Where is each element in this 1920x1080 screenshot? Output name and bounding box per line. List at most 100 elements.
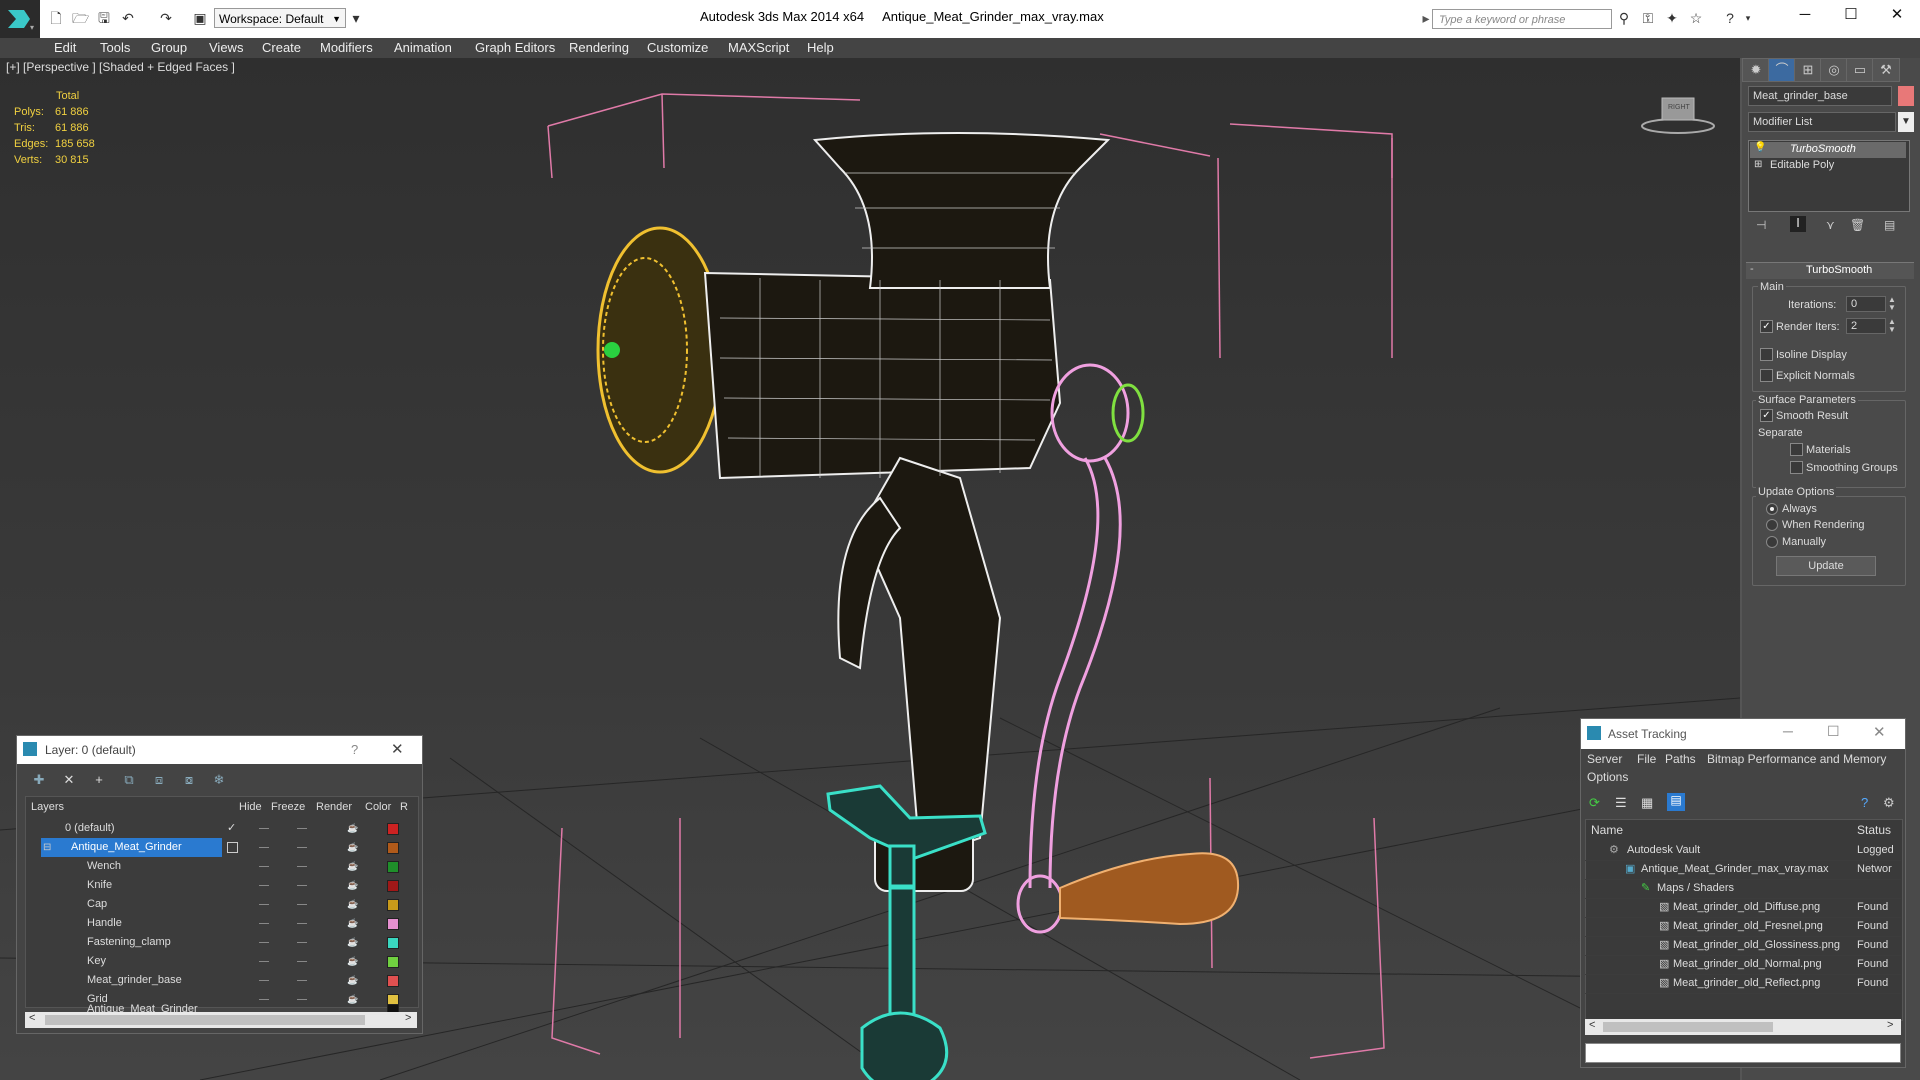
menu-customize[interactable]: Customize bbox=[647, 40, 708, 56]
layer-window-close-button[interactable]: ✕ bbox=[391, 740, 404, 758]
minimize-button[interactable]: ─ bbox=[1782, 0, 1828, 32]
layer-color-swatch[interactable] bbox=[387, 880, 399, 892]
collapse-icon[interactable]: ⊟ bbox=[43, 838, 51, 857]
col-layers[interactable]: Layers bbox=[31, 798, 64, 816]
menu-modifiers[interactable]: Modifiers bbox=[320, 40, 373, 56]
asset-close-button[interactable]: ✕ bbox=[1873, 723, 1886, 741]
help-icon[interactable]: ? bbox=[1722, 10, 1738, 26]
col-name[interactable]: Name bbox=[1591, 823, 1623, 837]
show-end-result-icon[interactable]: Ⅰ bbox=[1790, 216, 1806, 232]
close-button[interactable]: ✕ bbox=[1874, 0, 1920, 32]
asset-menu-file[interactable]: File bbox=[1637, 751, 1656, 767]
render-teapot-icon[interactable]: ☕ bbox=[347, 823, 358, 833]
modify-tab-icon[interactable]: ⌒ bbox=[1768, 58, 1796, 82]
layer-row[interactable]: 0 (default) ✓ ☕ bbox=[41, 819, 425, 838]
add-to-layer-icon[interactable]: + bbox=[91, 772, 107, 788]
scroll-right-icon[interactable]: > bbox=[405, 1012, 411, 1024]
render-teapot-icon[interactable]: ☕ bbox=[347, 975, 358, 985]
render-teapot-icon[interactable]: ☕ bbox=[347, 937, 358, 947]
workspace-dropdown[interactable]: Workspace: Default ▼ bbox=[214, 8, 346, 28]
update-button[interactable]: Update bbox=[1776, 556, 1876, 576]
asset-row[interactable]: ▧ Meat_grinder_old_Diffuse.png Found bbox=[1585, 898, 1901, 918]
iterations-spinner-arrows-icon[interactable]: ▲ ▼ bbox=[1888, 296, 1896, 312]
make-unique-icon[interactable]: ⋎ bbox=[1826, 218, 1835, 232]
asset-row[interactable]: ▧ Meat_grinder_old_Glossiness.png Found bbox=[1585, 936, 1901, 956]
render-teapot-icon[interactable]: ☕ bbox=[347, 861, 358, 871]
smooth-result-checkbox[interactable]: ✓ bbox=[1760, 409, 1773, 422]
layer-row[interactable]: ⊟ Antique_Meat_Grinder ☕ bbox=[41, 838, 425, 857]
asset-settings-icon[interactable]: ⚙ bbox=[1883, 795, 1895, 811]
layer-row[interactable]: Handle ☕ bbox=[41, 914, 425, 933]
current-layer-box[interactable] bbox=[227, 842, 238, 853]
render-iters-checkbox[interactable]: ✓ bbox=[1760, 320, 1773, 333]
layer-window-titlebar[interactable]: Layer: 0 (default) ? ✕ bbox=[17, 736, 422, 764]
utilities-tab-icon[interactable]: ⚒ bbox=[1872, 58, 1900, 82]
layer-row[interactable]: Fastening_clamp ☕ bbox=[41, 933, 425, 952]
layer-color-swatch[interactable] bbox=[387, 861, 399, 873]
display-tab-icon[interactable]: ▭ bbox=[1846, 58, 1874, 82]
menu-edit[interactable]: Edit bbox=[54, 40, 76, 56]
highlight-selected-icon[interactable]: ⧈ bbox=[151, 772, 167, 788]
maximize-button[interactable]: ☐ bbox=[1828, 0, 1874, 32]
render-teapot-icon[interactable]: ☕ bbox=[347, 994, 358, 1004]
pin-stack-icon[interactable]: ⊣ bbox=[1756, 218, 1766, 232]
iterations-spinner[interactable]: 0 bbox=[1846, 296, 1886, 312]
layer-row[interactable]: Key ☕ bbox=[41, 952, 425, 971]
layer-color-swatch[interactable] bbox=[387, 899, 399, 911]
freeze-unfreeze-layers-icon[interactable]: ❄ bbox=[211, 772, 227, 788]
favorites-star-icon[interactable]: ☆ bbox=[1688, 10, 1704, 26]
layer-color-swatch[interactable] bbox=[387, 823, 399, 835]
modifier-list-dropdown[interactable]: Modifier List bbox=[1748, 112, 1896, 132]
delete-layer-icon[interactable]: ✕ bbox=[61, 772, 77, 788]
menu-rendering[interactable]: Rendering bbox=[569, 40, 629, 56]
turbosmooth-rollout-header[interactable]: - TurboSmooth bbox=[1746, 262, 1914, 279]
menu-tools[interactable]: Tools bbox=[100, 40, 130, 56]
render-teapot-icon[interactable]: ☕ bbox=[347, 842, 358, 852]
scrollbar-thumb[interactable] bbox=[45, 1015, 365, 1025]
configure-sets-icon[interactable]: ▤ bbox=[1884, 218, 1895, 232]
remove-modifier-icon[interactable]: 🗑 bbox=[1850, 218, 1865, 232]
detail-view-icon[interactable]: ▦ bbox=[1641, 795, 1653, 811]
asset-window-titlebar[interactable]: Asset Tracking ─ ☐ ✕ bbox=[1581, 719, 1905, 749]
smoothing-groups-checkbox[interactable] bbox=[1790, 461, 1803, 474]
viewcube[interactable]: RIGHT bbox=[1640, 92, 1716, 136]
menu-create[interactable]: Create bbox=[262, 40, 301, 56]
refresh-icon[interactable]: ⟳ bbox=[1589, 795, 1600, 811]
render-iters-spinner[interactable]: 2 bbox=[1846, 318, 1886, 334]
asset-menu-server[interactable]: Server bbox=[1587, 751, 1622, 767]
render-teapot-icon[interactable]: ☕ bbox=[347, 899, 358, 909]
save-icon[interactable]: 🖫 bbox=[96, 10, 112, 26]
manually-radio[interactable] bbox=[1766, 536, 1778, 548]
menu-animation[interactable]: Animation bbox=[394, 40, 452, 56]
menu-graph-editors[interactable]: Graph Editors bbox=[475, 40, 555, 56]
col-r[interactable]: R bbox=[400, 798, 408, 816]
asset-row[interactable]: ▧ Meat_grinder_old_Fresnel.png Found bbox=[1585, 917, 1901, 937]
undo-icon[interactable]: ↶ bbox=[120, 10, 136, 26]
col-freeze[interactable]: Freeze bbox=[271, 798, 305, 816]
layer-row[interactable]: Meat_grinder_base ☕ bbox=[41, 971, 425, 990]
col-render[interactable]: Render bbox=[316, 798, 352, 816]
menu-views[interactable]: Views bbox=[209, 40, 243, 56]
render-teapot-icon[interactable]: ☕ bbox=[347, 956, 358, 966]
motion-tab-icon[interactable]: ◎ bbox=[1820, 58, 1848, 82]
redo-icon[interactable]: ↷ bbox=[158, 10, 174, 26]
stack-item-editable-poly[interactable]: ⊞ Editable Poly bbox=[1750, 158, 1906, 174]
open-file-icon[interactable]: 🗁 bbox=[72, 10, 89, 26]
col-hide[interactable]: Hide bbox=[239, 798, 262, 816]
layer-row[interactable]: Knife ☕ bbox=[41, 876, 425, 895]
asset-row[interactable]: ▧ Meat_grinder_old_Reflect.png Found bbox=[1585, 974, 1901, 994]
create-tab-icon[interactable]: ✹ bbox=[1742, 58, 1770, 82]
layer-window-help-button[interactable]: ? bbox=[351, 742, 358, 757]
modifier-list-arrow-icon[interactable]: ▼ bbox=[1898, 112, 1914, 132]
qat-dropdown-icon[interactable]: ▾ bbox=[348, 10, 364, 26]
object-color-swatch[interactable] bbox=[1898, 86, 1914, 106]
viewport-label[interactable]: [+] [Perspective ] [Shaded + Edged Faces… bbox=[6, 60, 235, 74]
always-radio[interactable] bbox=[1766, 503, 1778, 515]
render-teapot-icon[interactable]: ☕ bbox=[347, 918, 358, 928]
render-iters-spinner-arrows-icon[interactable]: ▲ ▼ bbox=[1888, 318, 1896, 334]
layer-horizontal-scrollbar[interactable]: < > bbox=[25, 1012, 417, 1028]
scroll-left-icon[interactable]: < bbox=[1589, 1019, 1595, 1031]
layer-color-swatch[interactable] bbox=[387, 956, 399, 968]
layer-row[interactable]: Wench ☕ bbox=[41, 857, 425, 876]
asset-row[interactable]: ▧ Meat_grinder_old_Normal.png Found bbox=[1585, 955, 1901, 975]
